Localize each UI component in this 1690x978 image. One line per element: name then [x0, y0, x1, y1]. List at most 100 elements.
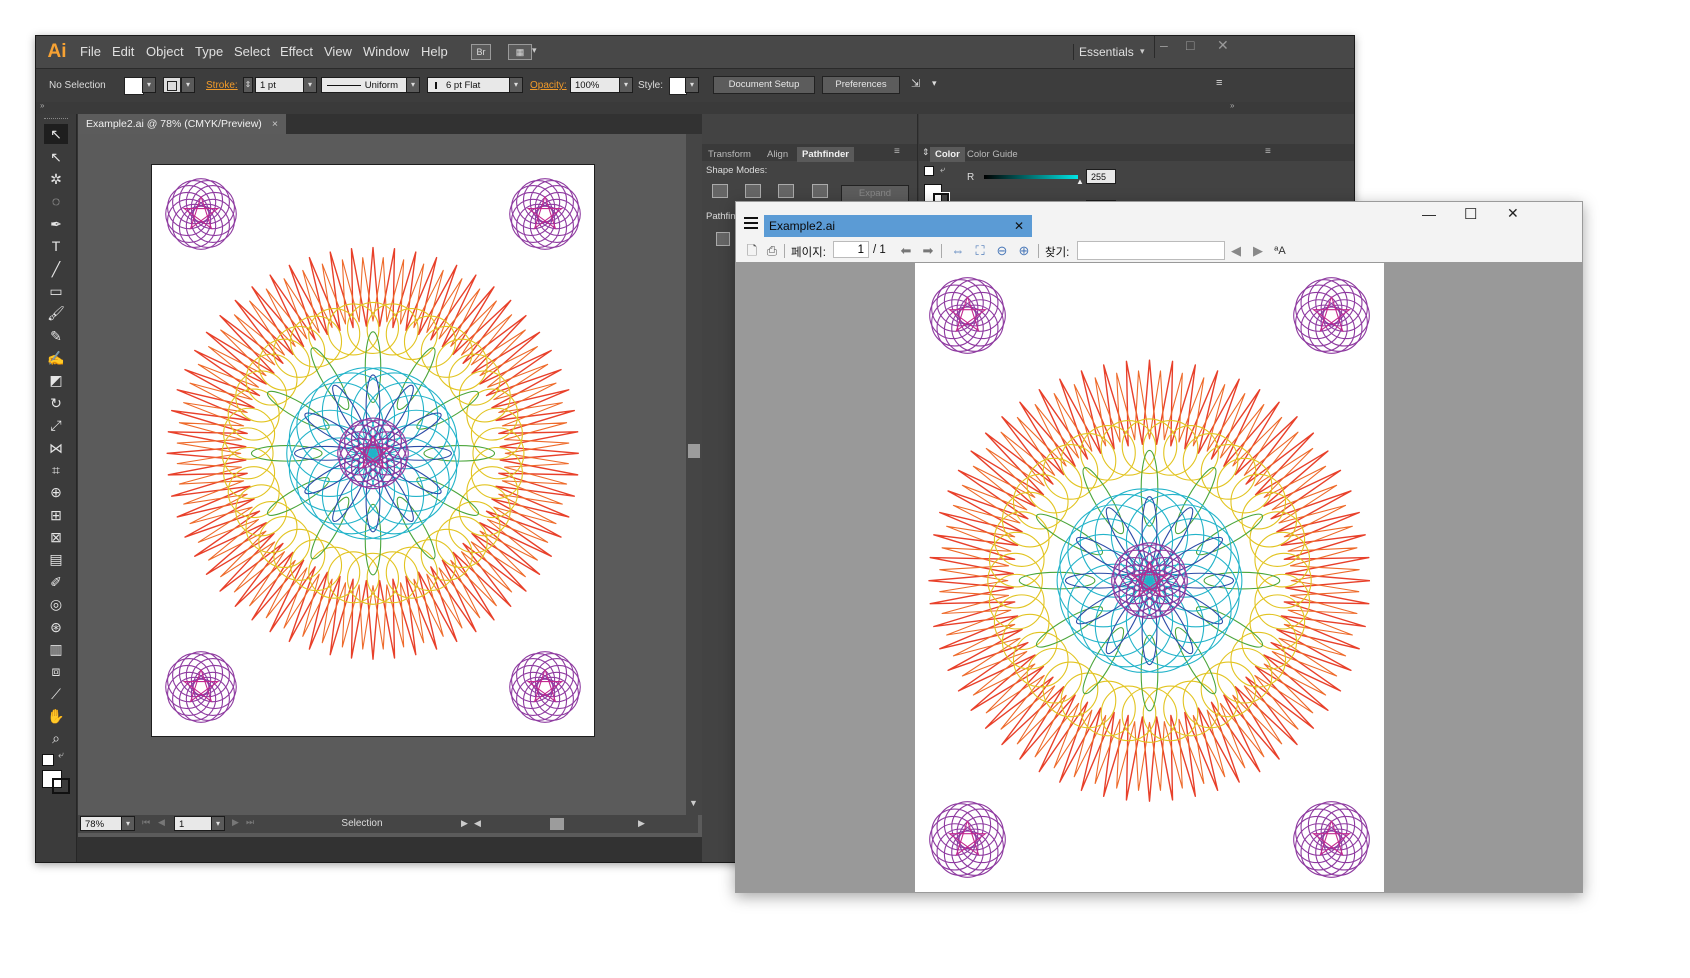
zoom-tool-icon[interactable]: ⌕: [44, 728, 68, 748]
pen-tool-icon[interactable]: ✒: [44, 214, 68, 234]
eraser-tool-icon[interactable]: ◩: [44, 370, 68, 390]
status-menu-arrow-icon[interactable]: ▶: [461, 818, 468, 829]
swap-colors-icon[interactable]: ⤶: [58, 750, 64, 761]
arrange-dropdown-icon[interactable]: ▾: [532, 45, 537, 56]
horizontal-scroll-thumb[interactable]: [550, 818, 564, 830]
rotate-tool-icon[interactable]: ↻: [44, 393, 68, 413]
find-previous-icon[interactable]: ◀: [1228, 243, 1244, 259]
collapse-panels-icon[interactable]: »: [1230, 101, 1234, 110]
tools-grip[interactable]: [44, 118, 68, 121]
zoom-field[interactable]: 78%: [80, 816, 122, 831]
arrange-icon[interactable]: ⇲: [911, 77, 920, 90]
vertical-scrollbar[interactable]: ▼: [686, 134, 702, 815]
color-tab-toggle-icon[interactable]: ⇕: [922, 147, 930, 158]
line-tool-icon[interactable]: ╱: [44, 259, 68, 279]
shape-builder-tool-icon[interactable]: ⊕: [44, 482, 68, 502]
close-icon[interactable]: ✕: [1507, 205, 1519, 222]
menu-effect[interactable]: Effect: [280, 36, 313, 68]
type-tool-icon[interactable]: T: [44, 236, 68, 256]
match-case-icon[interactable]: ªA: [1272, 243, 1288, 259]
perspective-grid-tool-icon[interactable]: ⊞: [44, 505, 68, 525]
blob-brush-tool-icon[interactable]: ✍: [44, 348, 68, 368]
expand-button[interactable]: Expand: [841, 185, 909, 202]
minimize-icon[interactable]: —: [1422, 206, 1436, 222]
menu-object[interactable]: Object: [146, 36, 184, 68]
stroke-weight-dropdown[interactable]: ▾: [303, 77, 317, 93]
collapse-tools-icon[interactable]: »: [40, 101, 44, 110]
fill-dropdown[interactable]: ▾: [142, 77, 156, 93]
current-tool-status[interactable]: Selection: [264, 815, 460, 833]
vertical-scroll-thumb[interactable]: [688, 444, 700, 458]
artboard[interactable]: [151, 164, 595, 737]
control-panel-menu-icon[interactable]: ≡: [1216, 77, 1222, 89]
next-page-icon[interactable]: ➡: [920, 243, 936, 259]
arrange-documents-icon[interactable]: ▦: [508, 44, 532, 60]
scroll-down-arrow-icon[interactable]: ▼: [689, 798, 698, 808]
menu-window[interactable]: Window: [363, 36, 409, 68]
blend-tool-icon[interactable]: ◎: [44, 594, 68, 614]
profile-dropdown[interactable]: ▾: [406, 77, 420, 93]
gradient-tool-icon[interactable]: ▤: [44, 549, 68, 569]
find-input[interactable]: [1077, 241, 1225, 260]
zoom-out-icon[interactable]: ⊖: [994, 243, 1010, 259]
tab-color-guide[interactable]: Color Guide: [967, 147, 1018, 162]
zoom-in-icon[interactable]: ⊕: [1016, 243, 1032, 259]
opacity-dropdown[interactable]: ▾: [619, 77, 633, 93]
menu-edit[interactable]: Edit: [112, 36, 134, 68]
close-icon[interactable]: ✕: [1217, 38, 1229, 52]
close-icon[interactable]: ×: [272, 114, 278, 134]
next-artboard-icon[interactable]: ▶: [232, 817, 239, 828]
default-fill-stroke-icon[interactable]: [924, 166, 934, 176]
unite-icon[interactable]: [712, 184, 728, 198]
opacity-field[interactable]: 100%: [570, 77, 620, 93]
page-number-input[interactable]: 1: [833, 241, 869, 258]
mesh-tool-icon[interactable]: ⊠: [44, 527, 68, 547]
viewer-document-tab[interactable]: Example2.ai ✕: [764, 215, 1032, 237]
direct-selection-tool-icon[interactable]: ↖: [44, 147, 68, 167]
bridge-button[interactable]: Br: [471, 44, 491, 60]
menu-view[interactable]: View: [324, 36, 352, 68]
menu-help[interactable]: Help: [421, 36, 448, 68]
default-colors-icon[interactable]: [42, 754, 54, 766]
zoom-dropdown[interactable]: ▾: [121, 816, 135, 831]
pencil-tool-icon[interactable]: ✎: [44, 326, 68, 346]
arrange-dropdown-icon[interactable]: ▾: [932, 78, 937, 89]
workspace-dropdown-icon[interactable]: ▾: [1140, 46, 1145, 57]
tab-color[interactable]: Color: [930, 147, 965, 162]
tab-pathfinder[interactable]: Pathfinder: [797, 147, 854, 162]
channel-r-slider[interactable]: [984, 175, 1078, 179]
opacity-label[interactable]: Opacity:: [530, 79, 567, 93]
width-tool-icon[interactable]: ⋈: [44, 438, 68, 458]
divide-icon[interactable]: [716, 232, 730, 246]
fit-width-icon[interactable]: ⇔: [950, 243, 966, 259]
panel-menu-icon[interactable]: ≡: [1265, 146, 1271, 157]
brush-dropdown[interactable]: ▾: [509, 77, 523, 93]
fit-page-icon[interactable]: ⛶: [972, 243, 988, 259]
menu-type[interactable]: Type: [195, 36, 223, 68]
slice-tool-icon[interactable]: ⟋: [44, 684, 68, 704]
panel-menu-icon[interactable]: ≡: [894, 146, 900, 157]
previous-page-icon[interactable]: ⬅: [898, 243, 914, 259]
find-next-icon[interactable]: ▶: [1250, 243, 1266, 259]
preferences-button[interactable]: Preferences: [822, 76, 900, 94]
swap-fill-stroke-icon[interactable]: ⤶: [940, 164, 945, 175]
menu-select[interactable]: Select: [234, 36, 270, 68]
exclude-icon[interactable]: [812, 184, 828, 198]
minimize-icon[interactable]: –: [1160, 38, 1168, 52]
variable-width-profile[interactable]: Uniform: [321, 77, 407, 93]
maximize-icon[interactable]: □: [1186, 38, 1194, 52]
rectangle-tool-icon[interactable]: ▭: [44, 281, 68, 301]
magic-wand-tool-icon[interactable]: ✲: [44, 169, 68, 189]
menu-file[interactable]: File: [80, 36, 101, 68]
scale-tool-icon[interactable]: ⤢: [44, 415, 68, 435]
document-tab[interactable]: Example2.ai @ 78% (CMYK/Preview) ×: [78, 114, 286, 134]
fill-swatch[interactable]: [124, 77, 144, 95]
hand-tool-icon[interactable]: ✋: [44, 706, 68, 726]
stroke-weight-stepper[interactable]: ⇕: [243, 77, 253, 93]
minus-front-icon[interactable]: [745, 184, 761, 198]
document-setup-button[interactable]: Document Setup: [713, 76, 815, 94]
stroke-dropdown[interactable]: ▾: [181, 77, 195, 93]
first-artboard-icon[interactable]: ⏮: [142, 817, 150, 828]
artboard-tool-icon[interactable]: ⧈: [44, 661, 68, 681]
stroke-weight-field[interactable]: 1 pt: [255, 77, 305, 93]
